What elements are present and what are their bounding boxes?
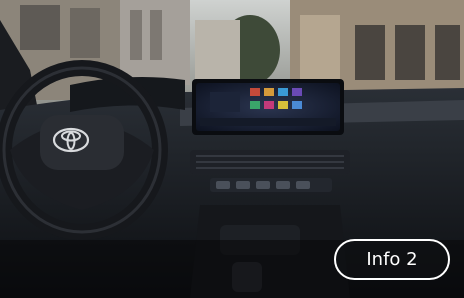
info-button-label: Info 2	[366, 249, 418, 270]
building-window	[130, 10, 142, 60]
steering-hub	[40, 115, 124, 170]
building-window	[20, 5, 60, 50]
building-window	[70, 8, 100, 58]
building-window	[395, 25, 425, 80]
car-interior-viewer: Info 2	[0, 0, 464, 298]
building-facade	[300, 15, 340, 85]
building-window	[150, 10, 162, 60]
building-window	[355, 25, 385, 80]
building-window	[435, 25, 460, 80]
building-center	[195, 20, 240, 80]
info-button[interactable]: Info 2	[334, 239, 450, 280]
